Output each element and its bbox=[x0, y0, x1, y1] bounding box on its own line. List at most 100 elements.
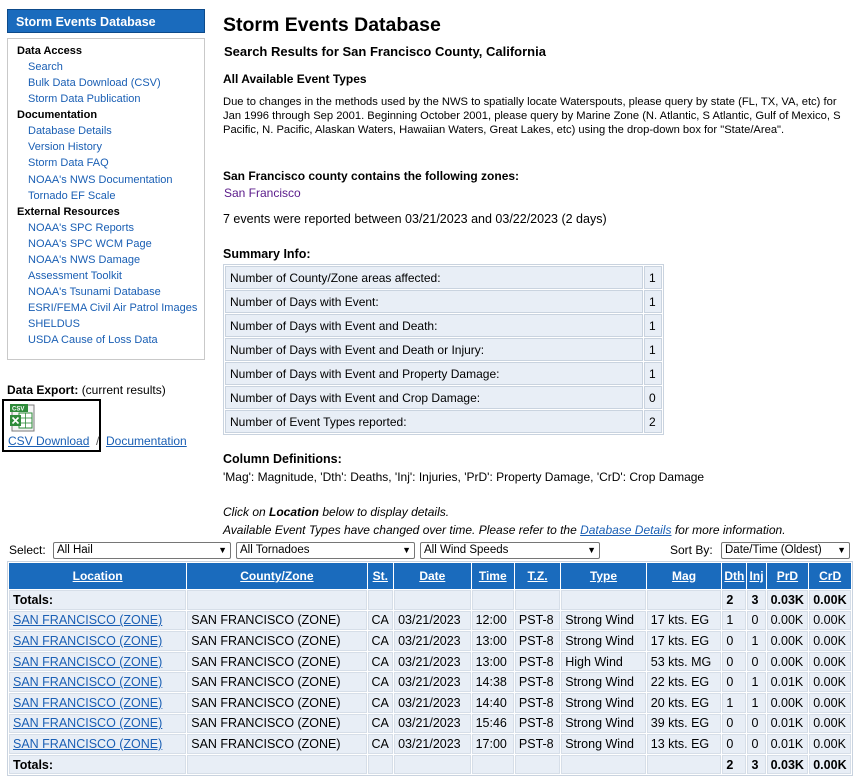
summary-row: Number of Days with Event: 1 bbox=[225, 290, 662, 313]
location-link[interactable]: SAN FRANCISCO (ZONE) bbox=[13, 737, 162, 751]
county-zone-cell: SAN FRANCISCO (ZONE) bbox=[187, 692, 367, 713]
sidebar-link-tornado-ef-scale[interactable]: Tornado EF Scale bbox=[8, 188, 204, 204]
crop-damage-cell: 0.00K bbox=[809, 734, 851, 754]
sort-by-location-link[interactable]: Location bbox=[73, 569, 123, 583]
sidebar-link-usda-cause-of-loss[interactable]: USDA Cause of Loss Data bbox=[8, 332, 204, 348]
property-damage-cell: 0.01K bbox=[766, 713, 809, 734]
column-header-date[interactable]: Date bbox=[394, 563, 471, 589]
sidebar-link-civil-air-patrol-images[interactable]: ESRI/FEMA Civil Air Patrol Images bbox=[8, 300, 204, 316]
sidebar-link-nws-documentation[interactable]: NOAA's NWS Documentation bbox=[8, 172, 204, 188]
sort-by-property-damage-link[interactable]: PrD bbox=[777, 569, 798, 583]
column-header-crop-damage[interactable]: CrD bbox=[809, 563, 851, 589]
tornado-select[interactable]: All Tornadoes ▼ bbox=[236, 542, 415, 559]
totals-crop-damage: 0.00K bbox=[809, 754, 851, 775]
sort-by-crop-damage-link[interactable]: CrD bbox=[819, 569, 841, 583]
property-damage-cell: 0.00K bbox=[766, 631, 809, 651]
crop-damage-cell: 0.00K bbox=[809, 651, 851, 672]
table-row: SAN FRANCISCO (ZONE) SAN FRANCISCO (ZONE)… bbox=[9, 610, 851, 631]
sidebar-link-sheldus[interactable]: SHELDUS bbox=[8, 316, 204, 332]
time-cell: 13:00 bbox=[471, 631, 514, 651]
sort-by-county-link[interactable]: County/Zone bbox=[240, 569, 313, 583]
location-link[interactable]: SAN FRANCISCO (ZONE) bbox=[13, 634, 162, 648]
hail-select[interactable]: All Hail ▼ bbox=[53, 542, 231, 559]
column-header-magnitude[interactable]: Mag bbox=[646, 563, 722, 589]
sort-by-state-link[interactable]: St. bbox=[373, 569, 388, 583]
column-header-property-damage[interactable]: PrD bbox=[766, 563, 809, 589]
sort-by-magnitude-link[interactable]: Mag bbox=[672, 569, 696, 583]
column-header-state[interactable]: St. bbox=[367, 563, 394, 589]
location-cell: SAN FRANCISCO (ZONE) bbox=[9, 713, 187, 734]
totals-crop-damage: 0.00K bbox=[809, 590, 851, 610]
sort-select[interactable]: Date/Time (Oldest) ▼ bbox=[721, 542, 850, 559]
property-damage-cell: 0.01K bbox=[766, 672, 809, 692]
events-count-text: 7 events were reported between 03/21/202… bbox=[223, 212, 607, 226]
column-header-injuries[interactable]: Inj bbox=[747, 563, 766, 589]
location-link[interactable]: SAN FRANCISCO (ZONE) bbox=[13, 675, 162, 689]
location-link[interactable]: SAN FRANCISCO (ZONE) bbox=[13, 716, 162, 730]
sidebar-link-database-details[interactable]: Database Details bbox=[8, 123, 204, 139]
injuries-cell: 0 bbox=[747, 713, 766, 734]
csv-file-icon[interactable]: CSV bbox=[8, 403, 38, 433]
sidebar-nav: Data Access Search Bulk Data Download (C… bbox=[7, 38, 205, 360]
summary-row-value: 2 bbox=[644, 410, 662, 433]
event-types-hint: Available Event Types have changed over … bbox=[223, 523, 786, 537]
event-type-cell: High Wind bbox=[561, 651, 646, 672]
summary-row: Number of Days with Event and Death: 1 bbox=[225, 314, 662, 337]
timezone-cell: PST-8 bbox=[514, 734, 561, 754]
column-header-timezone[interactable]: T.Z. bbox=[514, 563, 561, 589]
state-cell: CA bbox=[367, 713, 394, 734]
sort-by-type-link[interactable]: Type bbox=[590, 569, 617, 583]
column-header-location[interactable]: Location bbox=[9, 563, 187, 589]
sort-by-date-link[interactable]: Date bbox=[419, 569, 445, 583]
sidebar-link-search[interactable]: Search bbox=[8, 59, 204, 75]
summary-row-label: Number of County/Zone areas affected: bbox=[225, 266, 643, 289]
magnitude-cell: 53 kts. MG bbox=[646, 651, 722, 672]
sort-by-deaths-link[interactable]: Dth bbox=[724, 569, 744, 583]
export-documentation-link[interactable]: Documentation bbox=[106, 434, 187, 448]
summary-row-label: Number of Days with Event: bbox=[225, 290, 643, 313]
timezone-cell: PST-8 bbox=[514, 713, 561, 734]
crop-damage-cell: 0.00K bbox=[809, 610, 851, 631]
location-cell: SAN FRANCISCO (ZONE) bbox=[9, 672, 187, 692]
totals-property-damage: 0.03K bbox=[766, 590, 809, 610]
sidebar-link-storm-data-faq[interactable]: Storm Data FAQ bbox=[8, 155, 204, 171]
column-header-time[interactable]: Time bbox=[471, 563, 514, 589]
county-zone-cell: SAN FRANCISCO (ZONE) bbox=[187, 631, 367, 651]
location-cell: SAN FRANCISCO (ZONE) bbox=[9, 610, 187, 631]
crop-damage-cell: 0.00K bbox=[809, 631, 851, 651]
column-header-county-zone[interactable]: County/Zone bbox=[187, 563, 367, 589]
sidebar-link-storm-data-publication[interactable]: Storm Data Publication bbox=[8, 91, 204, 107]
location-hint-bold: Location bbox=[269, 505, 320, 519]
sidebar-link-spc-wcm-page[interactable]: NOAA's SPC WCM Page bbox=[8, 236, 204, 252]
csv-download-link[interactable]: CSV Download bbox=[8, 434, 89, 448]
summary-row-label: Number of Days with Event and Crop Damag… bbox=[225, 386, 643, 409]
column-header-deaths[interactable]: Dth bbox=[722, 563, 747, 589]
location-cell: SAN FRANCISCO (ZONE) bbox=[9, 651, 187, 672]
column-header-type[interactable]: Type bbox=[561, 563, 646, 589]
wind-select[interactable]: All Wind Speeds ▼ bbox=[420, 542, 600, 559]
sidebar-section-title: Documentation bbox=[17, 109, 98, 122]
deaths-cell: 1 bbox=[722, 610, 747, 631]
table-row: SAN FRANCISCO (ZONE) SAN FRANCISCO (ZONE)… bbox=[9, 651, 851, 672]
totals-injuries: 3 bbox=[747, 754, 766, 775]
sort-by-injuries-link[interactable]: Inj bbox=[750, 569, 764, 583]
deaths-cell: 0 bbox=[722, 651, 747, 672]
timezone-cell: PST-8 bbox=[514, 651, 561, 672]
summary-label: Summary Info: bbox=[223, 247, 311, 261]
event-type-cell: Strong Wind bbox=[561, 692, 646, 713]
sidebar-link-assessment-toolkit[interactable]: Assessment Toolkit bbox=[8, 268, 204, 284]
sidebar-link-nws-damage[interactable]: NOAA's NWS Damage bbox=[8, 252, 204, 268]
sidebar-link-tsunami-database[interactable]: NOAA's Tsunami Database bbox=[8, 284, 204, 300]
sidebar-link-bulk-download[interactable]: Bulk Data Download (CSV) bbox=[8, 75, 204, 91]
location-link[interactable]: SAN FRANCISCO (ZONE) bbox=[13, 613, 162, 627]
location-link[interactable]: SAN FRANCISCO (ZONE) bbox=[13, 655, 162, 669]
injuries-cell: 1 bbox=[747, 631, 766, 651]
sidebar-link-spc-reports[interactable]: NOAA's SPC Reports bbox=[8, 220, 204, 236]
magnitude-cell: 13 kts. EG bbox=[646, 734, 722, 754]
sidebar-link-version-history[interactable]: Version History bbox=[8, 139, 204, 155]
sort-by-time-link[interactable]: Time bbox=[479, 569, 507, 583]
sort-by-timezone-link[interactable]: T.Z. bbox=[528, 569, 548, 583]
location-link[interactable]: SAN FRANCISCO (ZONE) bbox=[13, 696, 162, 710]
magnitude-cell: 39 kts. EG bbox=[646, 713, 722, 734]
database-details-link[interactable]: Database Details bbox=[580, 523, 671, 537]
